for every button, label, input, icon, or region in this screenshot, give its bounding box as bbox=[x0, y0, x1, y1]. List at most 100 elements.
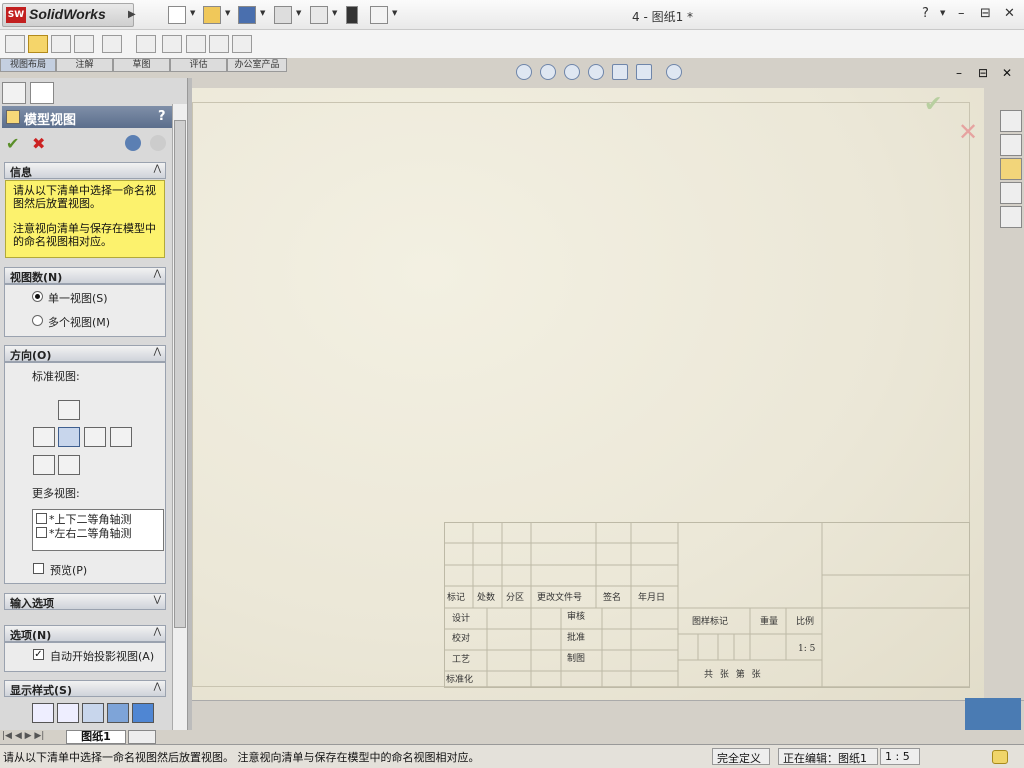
open-folder-icon[interactable] bbox=[203, 6, 221, 24]
model-view-icon[interactable] bbox=[28, 35, 48, 53]
multiple-view-label[interactable]: 多个视图(M) bbox=[48, 314, 110, 330]
section-icon[interactable] bbox=[612, 64, 628, 80]
save-icon[interactable] bbox=[238, 6, 256, 24]
chevron-down-icon[interactable]: ▼ bbox=[296, 9, 301, 17]
auxiliary-view-icon[interactable] bbox=[74, 35, 94, 53]
back-arrow-icon[interactable] bbox=[125, 135, 141, 151]
solidworks-menu-button[interactable]: SW SolidWorks ▶ bbox=[2, 3, 136, 27]
back-view-icon[interactable] bbox=[110, 427, 132, 447]
previous-view-icon[interactable] bbox=[564, 64, 580, 80]
front-view-icon[interactable] bbox=[58, 427, 80, 447]
orientation-section-header[interactable]: 方向(O) ⋀ bbox=[4, 345, 166, 362]
chevron-up-icon[interactable]: ⋀ bbox=[154, 269, 161, 279]
feature-manager-tab-icon[interactable] bbox=[2, 82, 26, 104]
standard-3-view-icon[interactable] bbox=[5, 35, 25, 53]
crop-view-icon[interactable] bbox=[162, 35, 182, 53]
preview-label[interactable]: 预览(P) bbox=[50, 562, 87, 578]
appearances-icon[interactable] bbox=[1000, 206, 1022, 228]
auto-projection-label[interactable]: 自动开始投影视图(A) bbox=[50, 648, 154, 664]
broken-view-icon[interactable] bbox=[186, 35, 206, 53]
close-button[interactable]: ✕ bbox=[1004, 6, 1015, 21]
restore-button[interactable]: ⊟ bbox=[980, 6, 991, 21]
right-view-icon[interactable] bbox=[84, 427, 106, 447]
import-options-section-header[interactable]: 输入选项 ⋁ bbox=[4, 593, 166, 610]
info-section-header[interactable]: 信息 ⋀ bbox=[4, 162, 166, 179]
tab-annotation[interactable]: 注解 bbox=[56, 58, 113, 72]
rotate-icon[interactable] bbox=[588, 64, 604, 80]
chevron-up-icon[interactable]: ⋀ bbox=[154, 164, 161, 174]
confirm-corner-cancel-icon[interactable]: ✕ bbox=[958, 118, 978, 146]
tab-evaluate[interactable]: 评估 bbox=[170, 58, 227, 72]
tab-view-layout[interactable]: 视图布局 bbox=[0, 58, 56, 72]
file-explorer-icon[interactable] bbox=[1000, 158, 1022, 180]
left-view-icon[interactable] bbox=[33, 427, 55, 447]
status-defined: 完全定义 bbox=[712, 748, 770, 765]
dimetric-checkbox[interactable] bbox=[36, 513, 47, 524]
list-item[interactable]: *左右二等角轴测 bbox=[49, 525, 132, 541]
help-button[interactable]: ? bbox=[922, 6, 929, 21]
undo-icon[interactable] bbox=[310, 6, 328, 24]
wireframe-icon[interactable] bbox=[32, 703, 54, 723]
zoom-to-fit-icon[interactable] bbox=[516, 64, 532, 80]
chevron-down-icon[interactable]: ▼ bbox=[940, 9, 945, 17]
scrollbar-thumb[interactable] bbox=[174, 120, 186, 628]
single-view-label[interactable]: 单一视图(S) bbox=[48, 290, 108, 306]
projected-view-icon[interactable] bbox=[51, 35, 71, 53]
rebuild-traffic-light-icon[interactable] bbox=[346, 6, 358, 24]
add-sheet-icon[interactable] bbox=[128, 730, 156, 744]
viewport-minimize-button[interactable]: – bbox=[956, 66, 962, 80]
hidden-lines-visible-icon[interactable] bbox=[57, 703, 79, 723]
x-icon[interactable]: ✖ bbox=[32, 134, 45, 153]
minimize-button[interactable]: – bbox=[958, 6, 965, 21]
view-count-section-header[interactable]: 视图数(N) ⋀ bbox=[4, 267, 166, 284]
tab-sketch[interactable]: 草图 bbox=[113, 58, 170, 72]
shaded-with-edges-icon[interactable] bbox=[107, 703, 129, 723]
auto-projection-checkbox[interactable]: ✓ bbox=[33, 649, 44, 660]
section-view-icon[interactable] bbox=[102, 35, 122, 53]
sheet-tab-1[interactable]: 图纸1 bbox=[66, 730, 126, 744]
tab-office-products[interactable]: 办公室产品 bbox=[227, 58, 287, 72]
design-library-icon[interactable] bbox=[1000, 134, 1022, 156]
trimetric-checkbox[interactable] bbox=[36, 527, 47, 538]
viewport-restore-button[interactable]: ⊟ bbox=[978, 66, 988, 80]
hide-show-icon[interactable] bbox=[666, 64, 682, 80]
display-style-icon[interactable] bbox=[636, 64, 652, 80]
bottom-view-icon[interactable] bbox=[58, 455, 80, 475]
top-view-icon[interactable] bbox=[58, 400, 80, 420]
print-icon[interactable] bbox=[274, 6, 292, 24]
chevron-down-icon[interactable]: ▼ bbox=[260, 9, 265, 17]
break-out-section-icon[interactable] bbox=[209, 35, 229, 53]
tag-icon[interactable] bbox=[992, 750, 1008, 764]
chevron-down-icon[interactable]: ▼ bbox=[332, 9, 337, 17]
chevron-down-icon[interactable]: ⋁ bbox=[154, 595, 161, 605]
confirm-corner-check-icon[interactable]: ✔ bbox=[924, 92, 942, 117]
new-document-icon[interactable] bbox=[168, 6, 186, 24]
isometric-view-icon[interactable] bbox=[33, 455, 55, 475]
chevron-up-icon[interactable]: ⋀ bbox=[154, 682, 161, 692]
forward-arrow-icon[interactable] bbox=[150, 135, 166, 151]
single-view-radio[interactable] bbox=[32, 291, 43, 302]
display-style-section-header[interactable]: 显示样式(S) ⋀ bbox=[4, 680, 166, 697]
chevron-down-icon[interactable]: ▼ bbox=[225, 9, 230, 17]
options-section-header[interactable]: 选项(N) ⋀ bbox=[4, 625, 166, 642]
hidden-lines-removed-icon[interactable] bbox=[82, 703, 104, 723]
check-icon[interactable]: ✔ bbox=[6, 134, 19, 153]
chevron-up-icon[interactable]: ⋀ bbox=[154, 627, 161, 637]
preview-checkbox[interactable] bbox=[33, 563, 44, 574]
chevron-down-icon[interactable]: ▼ bbox=[392, 9, 397, 17]
help-button[interactable]: ? bbox=[158, 109, 166, 124]
shaded-icon[interactable] bbox=[132, 703, 154, 723]
detail-view-icon[interactable] bbox=[136, 35, 156, 53]
property-manager-tab-icon[interactable] bbox=[30, 82, 54, 104]
chevron-down-icon[interactable]: ▼ bbox=[190, 9, 195, 17]
alternate-position-icon[interactable] bbox=[232, 35, 252, 53]
view-palette-icon[interactable] bbox=[1000, 182, 1022, 204]
zoom-to-area-icon[interactable] bbox=[540, 64, 556, 80]
options-icon[interactable] bbox=[370, 6, 388, 24]
multiple-view-radio[interactable] bbox=[32, 315, 43, 326]
sheet-nav-arrows-icon[interactable]: |◀ ◀ ▶ ▶| bbox=[2, 731, 44, 741]
chevron-up-icon[interactable]: ⋀ bbox=[154, 347, 161, 357]
panel-scrollbar[interactable] bbox=[172, 104, 187, 730]
viewport-close-button[interactable]: ✕ bbox=[1002, 66, 1012, 80]
home-icon[interactable] bbox=[1000, 110, 1022, 132]
